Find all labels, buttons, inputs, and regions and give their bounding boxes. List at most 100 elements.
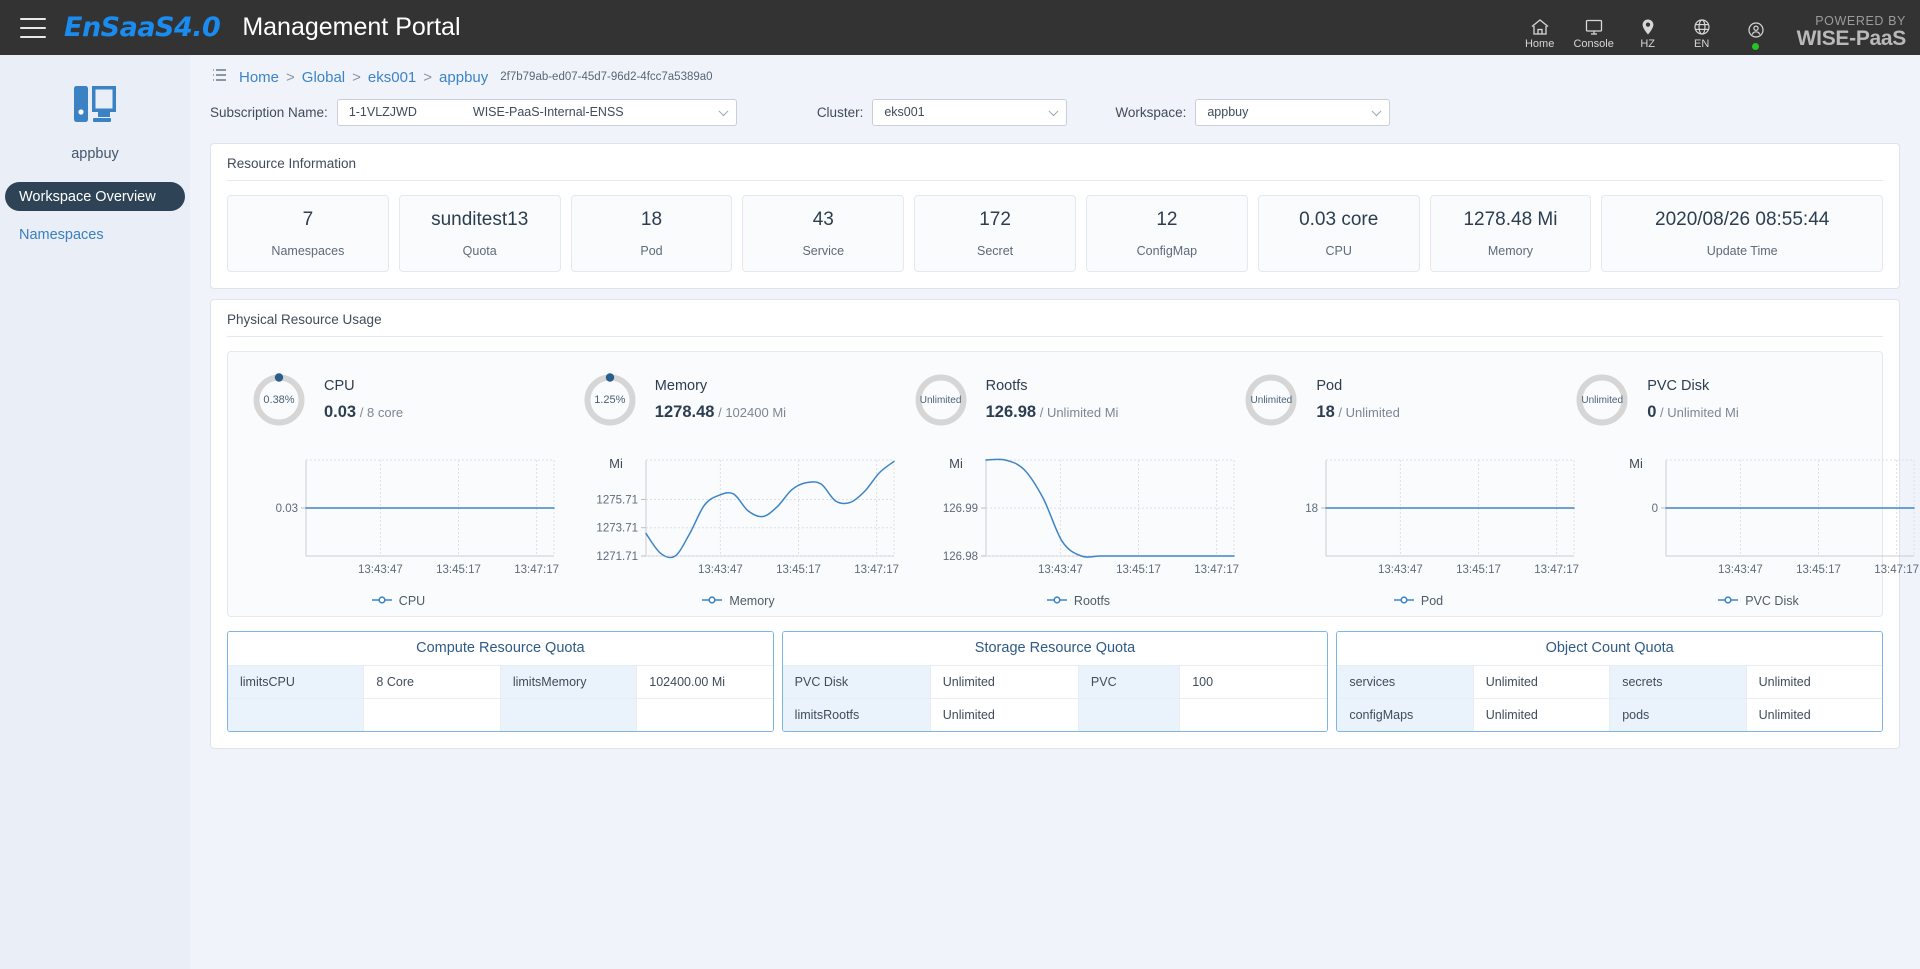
svg-text:126.99: 126.99: [943, 503, 978, 515]
legend-marker-icon: [371, 594, 393, 608]
chart-legend[interactable]: Rootfs: [1046, 594, 1110, 608]
header-nav-console-label: Console: [1573, 38, 1614, 50]
breadcrumb-item-home[interactable]: Home: [239, 69, 279, 86]
resource-card-value: 1278.48 Mi: [1463, 209, 1558, 230]
gauge-values: 1278.48 / 102400 Mi: [655, 403, 786, 422]
header-nav-home[interactable]: Home: [1516, 18, 1564, 50]
header-nav-account[interactable]: [1732, 21, 1780, 50]
breadcrumb-separator: >: [423, 68, 433, 86]
gauge-ring-value: 1.25%: [594, 394, 626, 406]
gauge-values: 126.98 / Unlimited Mi: [986, 403, 1119, 422]
svg-text:13:47:17: 13:47:17: [1194, 564, 1239, 576]
chart-memory: 13:43:47 13:45:17 13:47:17 1271.71 1273.71 12…: [568, 442, 908, 608]
quota-table-title: Storage Resource Quota: [782, 632, 1328, 666]
breadcrumb-item-global[interactable]: Global: [302, 69, 345, 86]
resource-card-value: 18: [640, 209, 663, 230]
quota-cell: [228, 699, 365, 731]
gauge-values: 0.03 / 8 core: [324, 403, 403, 422]
table-row: PVC Disk Unlimited PVC 100: [782, 666, 1328, 699]
legend-marker-icon: [1046, 594, 1068, 608]
chart-legend[interactable]: Pod: [1393, 594, 1443, 608]
header-nav-console[interactable]: Console: [1570, 18, 1618, 50]
legend-marker-icon: [701, 594, 723, 608]
gauge-ring: 0.38%: [250, 371, 308, 429]
resource-card-value: 12: [1156, 209, 1178, 230]
quota-cell: [364, 699, 501, 731]
header-nav-region[interactable]: HZ: [1624, 18, 1672, 50]
page-title: Management Portal: [242, 13, 461, 41]
chart-legend-label: PVC Disk: [1745, 594, 1799, 608]
quota-table-compute-resource-quota: Compute Resource Quota limitsCPU 8 Core lim…: [227, 631, 774, 732]
breadcrumb-item-appbuy[interactable]: appbuy: [439, 69, 488, 86]
resource-card-list: 7 Namespaces sunditest13 Quota 18 Pod 43 Servic…: [227, 195, 1884, 272]
divider: [227, 180, 1883, 181]
cluster-value: eks001: [884, 105, 925, 119]
chart-list: 13:43:47 13:45:17 13:47:17 0.03 CPU 13:43:47 1…: [228, 442, 1919, 608]
quota-cell: pods: [1610, 699, 1747, 731]
cluster-label: Cluster:: [816, 104, 864, 120]
resource-card-value: 0.03 core: [1299, 209, 1379, 230]
hamburger-menu-icon[interactable]: [20, 17, 46, 38]
resource-card-label: Namespaces: [271, 244, 345, 258]
breadcrumb-item-eks001[interactable]: eks001: [368, 69, 416, 86]
subscription-value-code: 1-1VLZJWD: [348, 105, 417, 119]
chart-legend[interactable]: Memory: [701, 594, 775, 608]
svg-text:13:43:47: 13:43:47: [1038, 564, 1083, 576]
globe-icon: [1692, 18, 1712, 36]
gauge-separator: /: [1338, 405, 1342, 420]
svg-text:13:43:47: 13:43:47: [698, 564, 743, 576]
workspace-select[interactable]: appbuy: [1195, 98, 1391, 126]
quota-cell: secrets: [1610, 666, 1747, 698]
resource-card-value: 43: [812, 209, 834, 230]
subscription-label: Subscription Name:: [210, 104, 328, 120]
chart-legend-label: Memory: [729, 594, 775, 608]
status-badge: [1752, 43, 1760, 50]
workspace-monitor-icon: [0, 79, 190, 137]
quota-cell: services: [1337, 666, 1474, 698]
breadcrumb-separator: >: [352, 68, 361, 86]
quota-cell: limitsRootfs: [782, 699, 931, 731]
chart-legend[interactable]: CPU: [371, 594, 425, 608]
gauge-pvc-disk: Unlimited PVC Disk 0 / Unlimited Mi: [1551, 362, 1882, 438]
gauge-title: Memory: [654, 378, 708, 394]
svg-text:13:47:17: 13:47:17: [1534, 564, 1579, 576]
quota-table-title: Object Count Quota: [1337, 632, 1883, 666]
sidebar-item-namespaces[interactable]: Namespaces: [5, 223, 185, 247]
quota-cell: Unlimited: [930, 666, 1079, 698]
legend-marker-icon: [1393, 594, 1415, 608]
chart-legend[interactable]: PVC Disk: [1717, 594, 1799, 608]
resource-card-label: Service: [802, 244, 845, 258]
quota-cell: 100: [1180, 666, 1328, 698]
physical-resource-usage-panel: Physical Resource Usage 0.38% CPU 0.03 / 8…: [210, 299, 1919, 749]
gauge-total: Unlimited Mi: [1046, 405, 1119, 420]
resource-card-service: 43 Service: [742, 195, 905, 272]
chart-legend-label: CPU: [398, 594, 426, 608]
gauge-ring-value: Unlimited: [919, 394, 962, 406]
gauge-total: Unlimited Mi: [1667, 405, 1739, 420]
resource-card-value: 172: [979, 209, 1011, 230]
home-icon: [1530, 18, 1550, 36]
quota-cell: Unlimited: [1746, 699, 1883, 731]
cluster-select[interactable]: eks001: [872, 98, 1068, 126]
sidebar-item-workspace-overview[interactable]: Workspace Overview: [5, 182, 185, 211]
chart-plot: 13:43:47 13:45:17 13:47:17 18: [1305, 459, 1579, 576]
quota-cell: PVC: [1078, 666, 1181, 698]
table-row: configMaps Unlimited pods Unlimited: [1337, 699, 1883, 731]
quota-table-storage-resource-quota: Storage Resource Quota PVC Disk Unlimited P…: [781, 631, 1329, 732]
physical-resource-usage-title: Physical Resource Usage: [227, 312, 382, 327]
resource-card-secret: 172 Secret: [914, 195, 1076, 272]
gauge-separator: /: [718, 405, 722, 420]
gauge-title: PVC Disk: [1647, 378, 1710, 394]
chart-legend-label: Pod: [1420, 594, 1444, 608]
gauge-used: 126.98: [985, 403, 1037, 421]
header-nav-language[interactable]: EN: [1678, 18, 1726, 50]
breadcrumb-separator: >: [286, 68, 295, 86]
list-view-icon[interactable]: [212, 68, 227, 87]
svg-text:13:45:17: 13:45:17: [436, 564, 481, 576]
filter-bar: Subscription Name: 1-1VLZJWD WISE-PaaS-I…: [210, 91, 1900, 133]
subscription-select[interactable]: 1-1VLZJWD WISE-PaaS-Internal-ENSS: [336, 98, 737, 126]
chart-plot: 13:43:47 13:45:17 13:47:17 0 Mi: [1629, 456, 1919, 576]
gauge-rootfs: Unlimited Rootfs 126.98 / Unlimited Mi: [890, 362, 1221, 438]
resource-card-value: 2020/08/26 08:55:44: [1655, 209, 1830, 230]
resource-card-memory: 1278.48 Mi Memory: [1429, 195, 1592, 272]
